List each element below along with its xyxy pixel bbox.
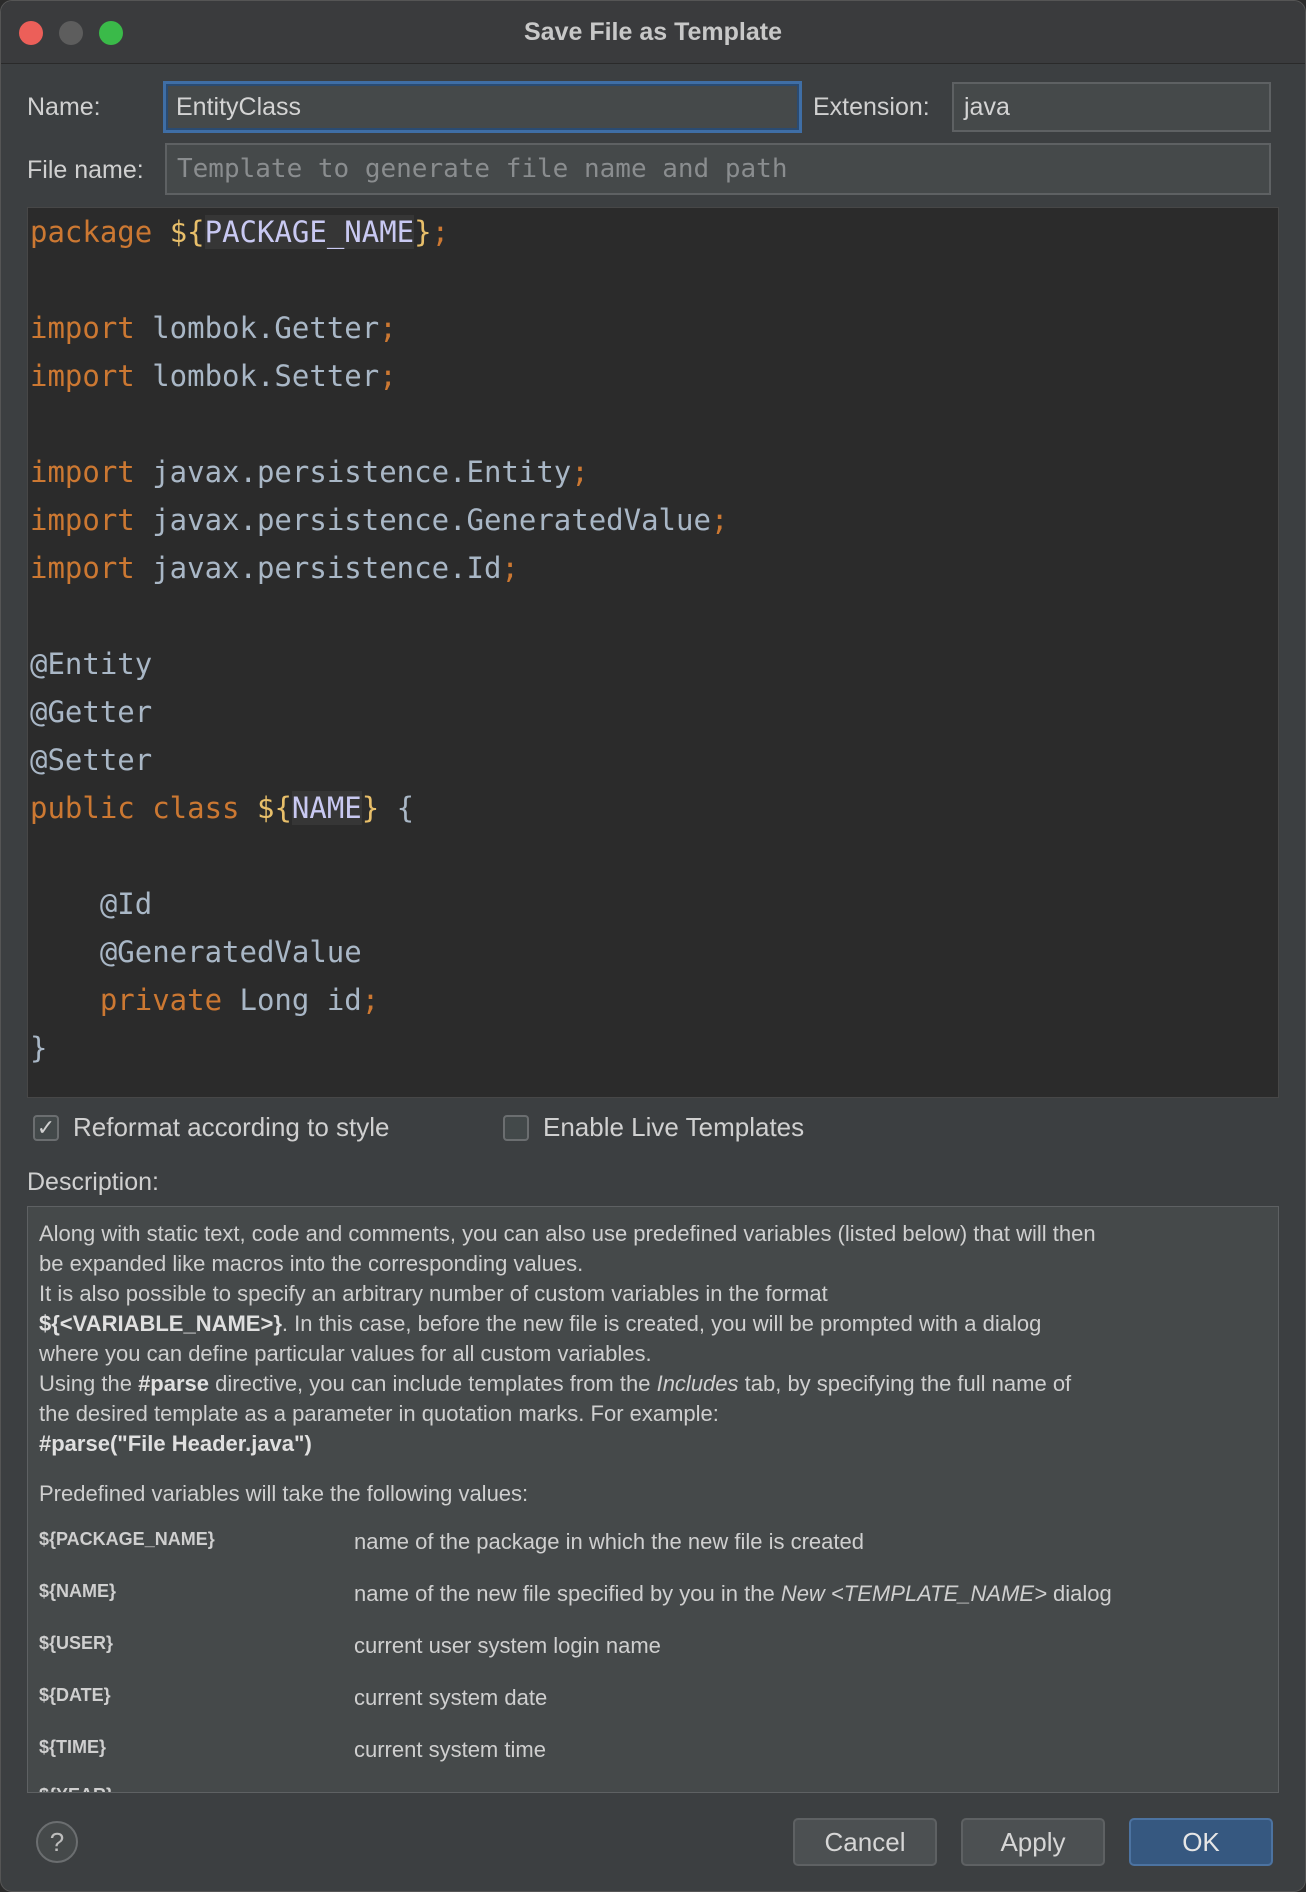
name-input[interactable]: EntityClass (163, 81, 802, 133)
variable-row: ${USER} current user system login name (39, 1633, 1259, 1667)
cancel-button[interactable]: Cancel (793, 1818, 937, 1866)
description-text: Using the #parse directive, you can incl… (39, 1369, 1071, 1399)
reformat-option[interactable]: ✓ Reformat according to style (33, 1112, 389, 1143)
variable-description: current system time (354, 1737, 546, 1762)
variable-row-partial: ${YEAR} (39, 1785, 1259, 1792)
code-line: @GeneratedValue (30, 935, 362, 969)
variable-description: name of the package in which the new fil… (354, 1529, 864, 1554)
reformat-checkbox[interactable]: ✓ (33, 1114, 59, 1141)
variable-name: ${TIME} (39, 1737, 107, 1757)
variable-description: name of the new file specified by you in… (354, 1581, 1112, 1607)
variable-description-part: dialog (1046, 1581, 1112, 1606)
variable-row: ${PACKAGE_NAME} name of the package in w… (39, 1529, 1259, 1563)
live-templates-checkbox[interactable] (503, 1114, 529, 1141)
code-line: @Id (30, 887, 153, 921)
live-templates-option[interactable]: Enable Live Templates (503, 1112, 804, 1143)
ok-button[interactable]: OK (1129, 1818, 1273, 1866)
variable-row: ${TIME} current system time (39, 1737, 1259, 1771)
description-text-part: tab, by specifying the full name of (738, 1371, 1072, 1396)
variable-row: ${NAME} name of the new file specified b… (39, 1581, 1259, 1615)
description-text: the desired template as a parameter in q… (39, 1401, 719, 1426)
code-line: import javax.persistence.GeneratedValue; (30, 503, 729, 537)
parse-directive: #parse (138, 1371, 210, 1396)
variable-name: ${PACKAGE_NAME} (39, 1529, 215, 1549)
template-code-editor[interactable]: package ${PACKAGE_NAME}; import lombok.G… (27, 207, 1279, 1098)
code-line: @Entity (30, 647, 153, 681)
code-line: private Long id; (30, 983, 380, 1017)
variable-description-italic: New <TEMPLATE_NAME> (780, 1581, 1047, 1606)
variable-name: ${NAME} (39, 1581, 117, 1601)
file-name-input[interactable]: Template to generate file name and path (165, 143, 1271, 195)
reformat-label: Reformat according to style (73, 1112, 390, 1142)
variable-description: current system date (354, 1685, 548, 1710)
extension-label: Extension: (813, 93, 930, 121)
parse-example: #parse("File Header.java") (39, 1429, 312, 1459)
code-line: import javax.persistence.Id; (30, 551, 519, 585)
code-line: @Getter (30, 695, 153, 729)
description-text-rest: . In this case, before the new file is c… (281, 1311, 1042, 1336)
description-text: It is also possible to specify an arbitr… (39, 1281, 828, 1306)
title-bar: Save File as Template (1, 1, 1305, 64)
help-button[interactable]: ? (36, 1821, 78, 1863)
code-line: import lombok.Getter; (30, 311, 397, 345)
apply-button[interactable]: Apply (961, 1818, 1105, 1866)
code-line: public class ${NAME} { (30, 791, 415, 825)
file-name-label: File name: (27, 156, 144, 184)
variable-name: ${USER} (39, 1633, 114, 1653)
description-text: Along with static text, code and comment… (39, 1221, 1096, 1246)
variable-row: ${DATE} current system date (39, 1685, 1259, 1719)
variable-name: ${DATE} (39, 1685, 111, 1705)
variable-name: ${YEAR} (39, 1785, 113, 1792)
description-text-part: directive, you can include templates fro… (209, 1371, 657, 1396)
variable-description: current user system login name (354, 1633, 661, 1658)
description-text: where you can define particular values f… (39, 1341, 652, 1366)
includes-tab-reference: Includes (656, 1371, 739, 1396)
parse-example-code: #parse("File Header.java") (39, 1431, 312, 1456)
description-panel[interactable]: Along with static text, code and comment… (27, 1206, 1279, 1793)
name-label: Name: (27, 93, 101, 121)
code-line: import lombok.Setter; (30, 359, 397, 393)
code-line: package ${PACKAGE_NAME}; (30, 215, 450, 249)
save-file-as-template-dialog: Save File as Template Name: EntityClass … (0, 0, 1306, 1892)
description-text: be expanded like macros into the corresp… (39, 1251, 584, 1276)
code-line: } (30, 1031, 48, 1065)
variable-description-part: name of the new file specified by you in… (354, 1581, 781, 1606)
predefined-intro: Predefined variables will take the follo… (39, 1481, 529, 1506)
custom-variable-format: ${<VARIABLE_NAME>} (39, 1311, 282, 1336)
description-label: Description: (27, 1168, 159, 1196)
extension-input[interactable]: java (952, 82, 1271, 132)
code-line: @Setter (30, 743, 153, 777)
description-text: ${<VARIABLE_NAME>}. In this case, before… (39, 1309, 1041, 1339)
live-templates-label: Enable Live Templates (543, 1112, 805, 1142)
description-text-part: Using the (39, 1371, 139, 1396)
code-line: import javax.persistence.Entity; (30, 455, 589, 489)
dialog-title: Save File as Template (524, 18, 782, 46)
